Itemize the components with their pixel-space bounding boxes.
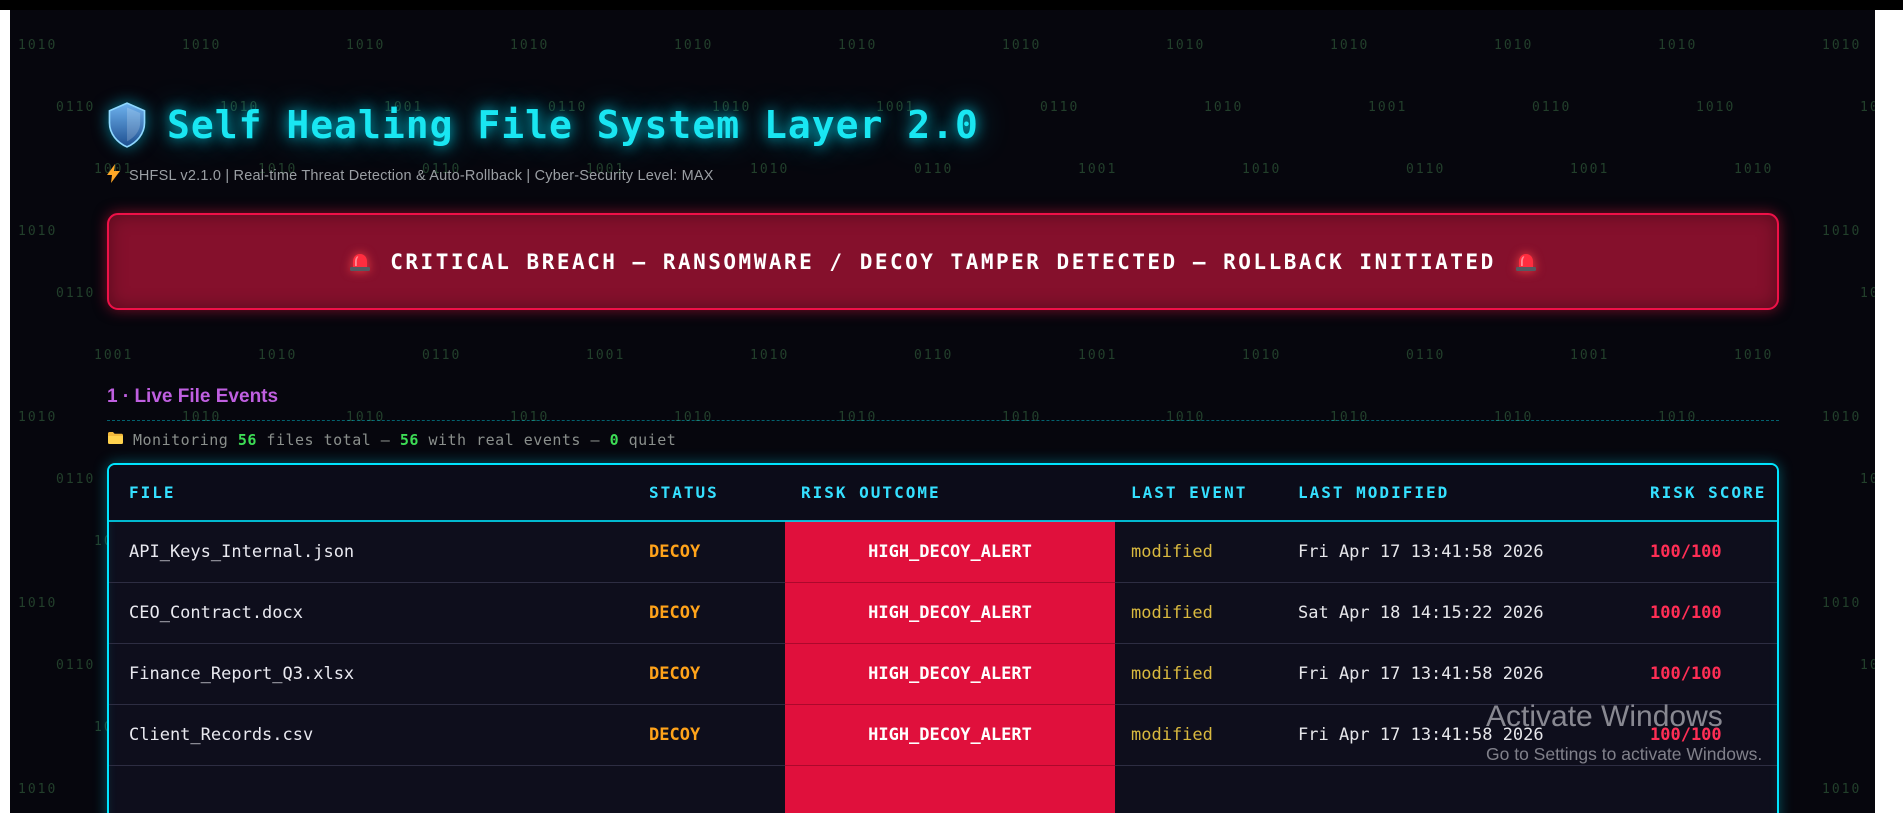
cell-risk: HIGH_DECOY_ALERT	[785, 642, 1115, 704]
cell-risk	[785, 764, 1115, 813]
column-header: STATUS	[633, 465, 785, 522]
cell-risk: HIGH_DECOY_ALERT	[785, 703, 1115, 765]
siren-icon	[1514, 251, 1538, 272]
subtitle-row: SHFSL v2.1.0 | Real-time Threat Detectio…	[107, 164, 1779, 187]
top-black-bar	[0, 0, 1903, 10]
page: 1010 1010 1010 1010 1010 1010 1010 1010 1010 1010…	[0, 0, 1903, 813]
cell-file: API_Keys_Internal.json	[129, 541, 355, 562]
dashed-separator	[107, 420, 1779, 421]
table-row: API_Keys_Internal.json DECOY HIGH_DECOY_AL…	[109, 521, 1777, 582]
column-header: RISK SCORE	[1634, 465, 1777, 522]
matrix-token: 1010	[346, 38, 386, 53]
matrix-token: 1010	[1330, 38, 1370, 53]
cell-status: DECOY	[633, 581, 785, 643]
table-row: Finance_Report_Q3.xlsx DECOY HIGH_DECOY_AL…	[109, 642, 1777, 704]
critical-alert-banner: CRITICAL BREACH — RANSOMWARE / DECOY TAM…	[107, 213, 1779, 310]
cell-file: Client_Records.csv	[109, 703, 633, 765]
app-subtitle: SHFSL v2.1.0 | Real-time Threat Detectio…	[129, 167, 714, 184]
app-background: 1010 1010 1010 1010 1010 1010 1010 1010 1010 1010…	[10, 10, 1875, 813]
cell-score: 100/100	[1634, 581, 1777, 643]
cell-modified	[1282, 764, 1634, 813]
monitoring-segment: quiet	[619, 430, 677, 449]
monitoring-segment: 56	[237, 430, 257, 449]
matrix-token: 1010	[1822, 38, 1862, 53]
siren-icon	[348, 251, 372, 272]
cell-risk: HIGH_DECOY_ALERT	[785, 581, 1115, 643]
cell-file: Finance_Report_Q3.xlsx	[109, 642, 633, 704]
cell-modified: Fri Apr 17 13:41:58 2026	[1298, 541, 1544, 562]
cell-event: modified	[1115, 642, 1282, 704]
section-title-live-file-events: 1 · Live File Events	[107, 386, 279, 407]
watermark-subtitle: Go to Settings to activate Windows.	[1486, 744, 1763, 764]
matrix-token: 1010	[1494, 38, 1534, 53]
page-title: Self Healing File System Layer 2.0	[167, 103, 979, 147]
monitoring-text: Monitoring 56 files total — 56 with real…	[133, 431, 676, 449]
cell-status: DECOY	[633, 642, 785, 704]
table-row	[109, 764, 1777, 813]
matrix-token: 1010	[1658, 38, 1698, 53]
cell-risk: HIGH_DECOY_ALERT	[785, 521, 1115, 582]
shield-icon	[107, 102, 147, 148]
monitoring-segment: 0	[609, 430, 620, 449]
table-header-row: FILE STATUS RISK OUTCOME LAST EVENT LAST MOD…	[109, 465, 1777, 522]
cell-modified: Fri Apr 17 13:41:58 2026	[1282, 642, 1634, 704]
cell-file	[109, 764, 633, 813]
alert-text: CRITICAL BREACH — RANSOMWARE / DECOY TAM…	[390, 249, 1496, 274]
cell-status: DECOY	[633, 703, 785, 765]
cell-score: 100/100	[1634, 642, 1777, 704]
cell-score	[1634, 764, 1777, 813]
cell-event: modified	[1131, 541, 1213, 562]
cell-event: modified	[1115, 703, 1282, 765]
table-body: API_Keys_Internal.json DECOY HIGH_DECOY_AL…	[109, 521, 1777, 813]
monitoring-segment: with real events —	[418, 430, 610, 449]
cell-event: modified	[1115, 581, 1282, 643]
matrix-token: 1010	[838, 38, 878, 53]
table-row: CEO_Contract.docx DECOY HIGH_DECOY_ALERT mo…	[109, 581, 1777, 643]
watermark-title: Activate Windows	[1486, 700, 1723, 733]
matrix-token: 1010	[182, 38, 222, 53]
matrix-token: 1010	[674, 38, 714, 53]
matrix-token: 1010	[1166, 38, 1206, 53]
matrix-token: 1010	[510, 38, 550, 53]
cell-status	[633, 764, 785, 813]
matrix-token: 1010	[1002, 38, 1042, 53]
column-header: FILE	[109, 465, 633, 522]
column-header: LAST MODIFIED	[1282, 465, 1634, 522]
folder-icon	[107, 430, 124, 449]
monitoring-segment: 56	[399, 430, 419, 449]
app-header: Self Healing File System Layer 2.0	[107, 102, 1779, 148]
cell-score: 100/100	[1650, 541, 1722, 562]
monitoring-status-row: Monitoring 56 files total — 56 with real…	[107, 430, 1779, 449]
monitoring-segment: Monitoring	[133, 430, 238, 449]
cell-status: DECOY	[649, 541, 701, 562]
monitoring-segment: files total —	[256, 430, 400, 449]
column-header: RISK OUTCOME	[785, 465, 1115, 522]
column-header: LAST EVENT	[1115, 465, 1282, 522]
lightning-icon	[107, 164, 120, 187]
cell-event	[1115, 764, 1282, 813]
windows-activation-watermark: Activate Windows Go to Settings to activ…	[1486, 700, 1762, 765]
cell-modified: Sat Apr 18 14:15:22 2026	[1282, 581, 1634, 643]
cell-file: CEO_Contract.docx	[109, 581, 633, 643]
matrix-token: 1010	[18, 38, 58, 53]
